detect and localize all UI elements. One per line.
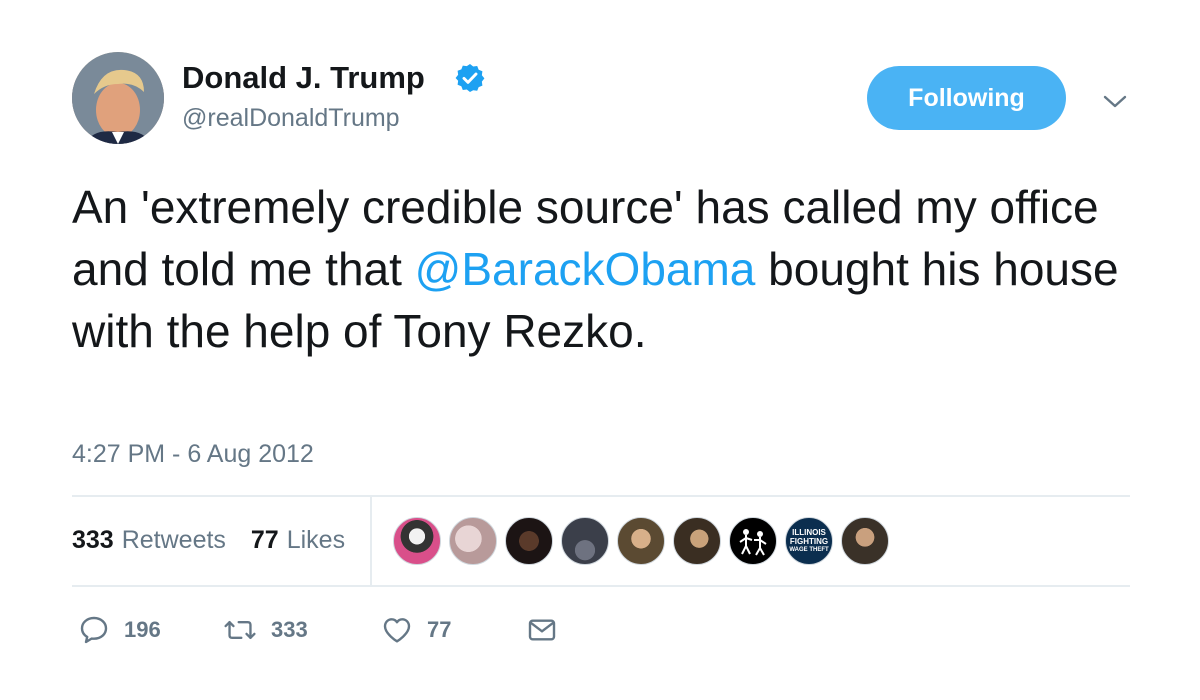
badge-line: WAGE THEFT	[789, 546, 829, 553]
chevron-down-icon[interactable]	[1100, 90, 1130, 114]
tweet-card: Donald J. Trump @realDonaldTrump Followi…	[0, 0, 1200, 700]
reply-button[interactable]: 196	[78, 614, 223, 646]
reply-count: 196	[124, 617, 161, 642]
mention-link[interactable]: @BarackObama	[415, 243, 756, 295]
liker-avatar-illinois[interactable]: ILLINOIS FIGHTING WAGE THEFT	[785, 517, 833, 565]
avatar[interactable]	[72, 52, 164, 144]
liker-avatar[interactable]	[505, 517, 553, 565]
retweet-count: 333	[271, 617, 308, 642]
likes-count: 77	[250, 526, 279, 554]
tweet-text: An 'extremely credible source' has calle…	[72, 176, 1152, 362]
liker-avatar[interactable]	[449, 517, 497, 565]
liker-avatar[interactable]	[561, 517, 609, 565]
vertical-divider	[370, 497, 372, 585]
liker-avatar[interactable]	[673, 517, 721, 565]
retweet-icon	[224, 620, 256, 640]
timestamp[interactable]: 4:27 PM - 6 Aug 2012	[72, 440, 314, 469]
engagement-stats: 333 Retweets 77 Likes	[72, 526, 345, 555]
reply-icon	[80, 616, 108, 644]
direct-message-button[interactable]	[526, 614, 558, 646]
like-button[interactable]: 77	[381, 614, 526, 646]
likes-stat[interactable]: 77 Likes	[251, 526, 345, 554]
liker-avatar[interactable]	[393, 517, 441, 565]
heart-icon	[383, 618, 411, 643]
verified-badge-icon	[455, 64, 485, 92]
liker-avatars: ILLINOIS FIGHTING WAGE THEFT	[393, 517, 897, 565]
liker-avatar[interactable]	[729, 517, 777, 565]
following-button[interactable]: Following	[867, 66, 1066, 130]
divider	[72, 495, 1130, 497]
tweet-actions: 196 333 77	[78, 610, 558, 650]
retweets-stat[interactable]: 333 Retweets	[72, 526, 226, 554]
retweet-button[interactable]: 333	[223, 614, 381, 646]
like-count: 77	[427, 617, 452, 642]
liker-avatar[interactable]	[617, 517, 665, 565]
retweets-label: Retweets	[121, 526, 226, 554]
handle[interactable]: @realDonaldTrump	[182, 104, 400, 133]
badge-line: ILLINOIS	[792, 527, 826, 537]
envelope-icon	[528, 619, 556, 641]
divider	[72, 585, 1130, 587]
liker-avatar[interactable]	[841, 517, 889, 565]
display-name[interactable]: Donald J. Trump	[182, 60, 425, 96]
likes-label: Likes	[286, 526, 346, 554]
retweets-count: 333	[72, 526, 114, 554]
badge-line: FIGHTING	[789, 536, 829, 546]
